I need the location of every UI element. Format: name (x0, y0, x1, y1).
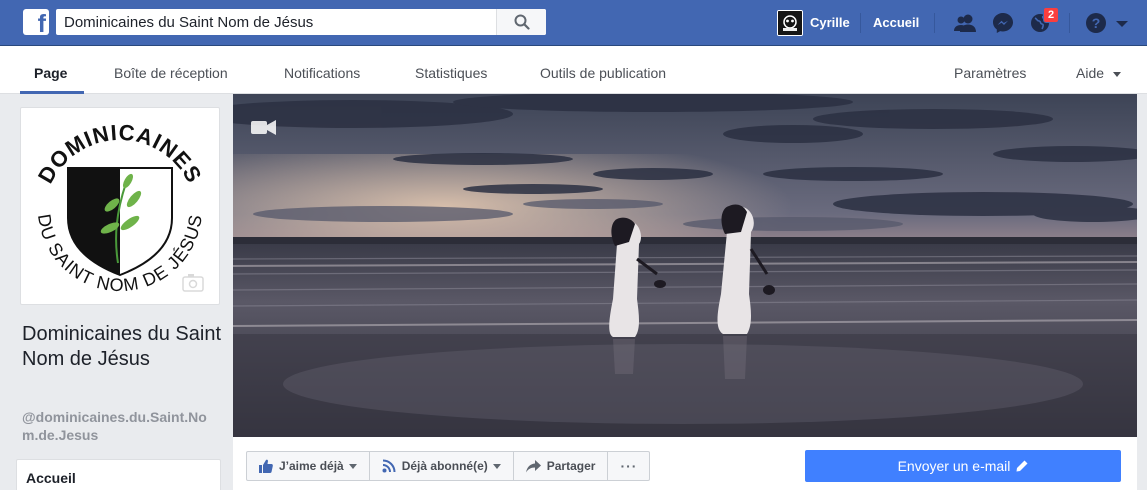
follow-button[interactable]: Déjà abonné(e) (370, 452, 514, 480)
notification-badge: 2 (1043, 7, 1059, 23)
tab-inbox[interactable]: Boîte de réception (114, 65, 228, 81)
share-button[interactable]: Partager (514, 452, 609, 480)
action-button-group: J’aime déjà Déjà abonné(e) Partager ··· (246, 451, 651, 481)
like-button-label: J’aime déjà (279, 459, 344, 473)
help-icon[interactable]: ? (1083, 10, 1109, 36)
search-input[interactable] (56, 9, 496, 35)
tab-help[interactable]: Aide (1076, 65, 1121, 81)
tab-settings[interactable]: Paramètres (954, 65, 1026, 81)
more-options-button[interactable]: ··· (608, 452, 649, 480)
user-name-link[interactable]: Cyrille (810, 15, 850, 30)
page-handle[interactable]: @dominicaines.du.Saint.Nom.de.Jesus (22, 408, 222, 444)
left-menu: Accueil (16, 459, 221, 490)
pencil-icon (1016, 460, 1028, 472)
cover-photo[interactable] (233, 94, 1137, 437)
tab-insights[interactable]: Statistiques (415, 65, 487, 81)
thumbs-up-icon (259, 459, 273, 473)
messenger-icon[interactable] (990, 10, 1016, 36)
tab-notifications[interactable]: Notifications (284, 65, 360, 81)
divider (1069, 13, 1070, 33)
home-link[interactable]: Accueil (873, 15, 919, 30)
search-box (56, 9, 546, 35)
follow-button-label: Déjà abonné(e) (401, 459, 488, 473)
tab-publishing-tools[interactable]: Outils de publication (540, 65, 666, 81)
divider (860, 13, 861, 33)
page-navigation: Page Boîte de réception Notifications St… (0, 46, 1147, 94)
profile-picture-frame[interactable]: DOMINICAINES DU SAINT NOM DE JÉSUS (20, 107, 220, 305)
like-button[interactable]: J’aime déjà (247, 452, 370, 480)
send-email-label: Envoyer un e-mail (897, 458, 1011, 474)
active-tab-indicator (20, 91, 84, 94)
left-menu-item-home[interactable]: Accueil (26, 470, 76, 486)
camera-icon[interactable] (182, 274, 204, 292)
top-bar: f Cyrille Accueil 2 (0, 0, 1147, 46)
chevron-down-icon (1112, 71, 1121, 77)
page-action-bar: J’aime déjà Déjà abonné(e) Partager ··· … (233, 437, 1137, 490)
chevron-down-icon (348, 463, 357, 469)
divider (934, 13, 935, 33)
share-arrow-icon (525, 459, 541, 472)
profile-picture: DOMINICAINES DU SAINT NOM DE JÉSUS (26, 113, 214, 299)
share-button-label: Partager (546, 459, 596, 473)
video-camera-icon[interactable] (251, 120, 276, 135)
chevron-down-icon (492, 463, 501, 469)
rss-follow-icon (382, 459, 396, 473)
tab-help-label: Aide (1076, 65, 1105, 81)
friend-requests-icon[interactable] (952, 10, 978, 36)
search-icon (514, 14, 530, 30)
account-menu-icon[interactable] (1115, 10, 1129, 36)
page-title[interactable]: Dominicaines du Saint Nom de Jésus (22, 322, 222, 372)
svg-text:?: ? (1092, 15, 1101, 31)
tab-page[interactable]: Page (34, 65, 67, 81)
user-avatar[interactable] (777, 10, 803, 36)
search-button[interactable] (496, 9, 546, 35)
facebook-logo-icon[interactable]: f (23, 9, 49, 37)
send-email-button[interactable]: Envoyer un e-mail (805, 450, 1121, 482)
